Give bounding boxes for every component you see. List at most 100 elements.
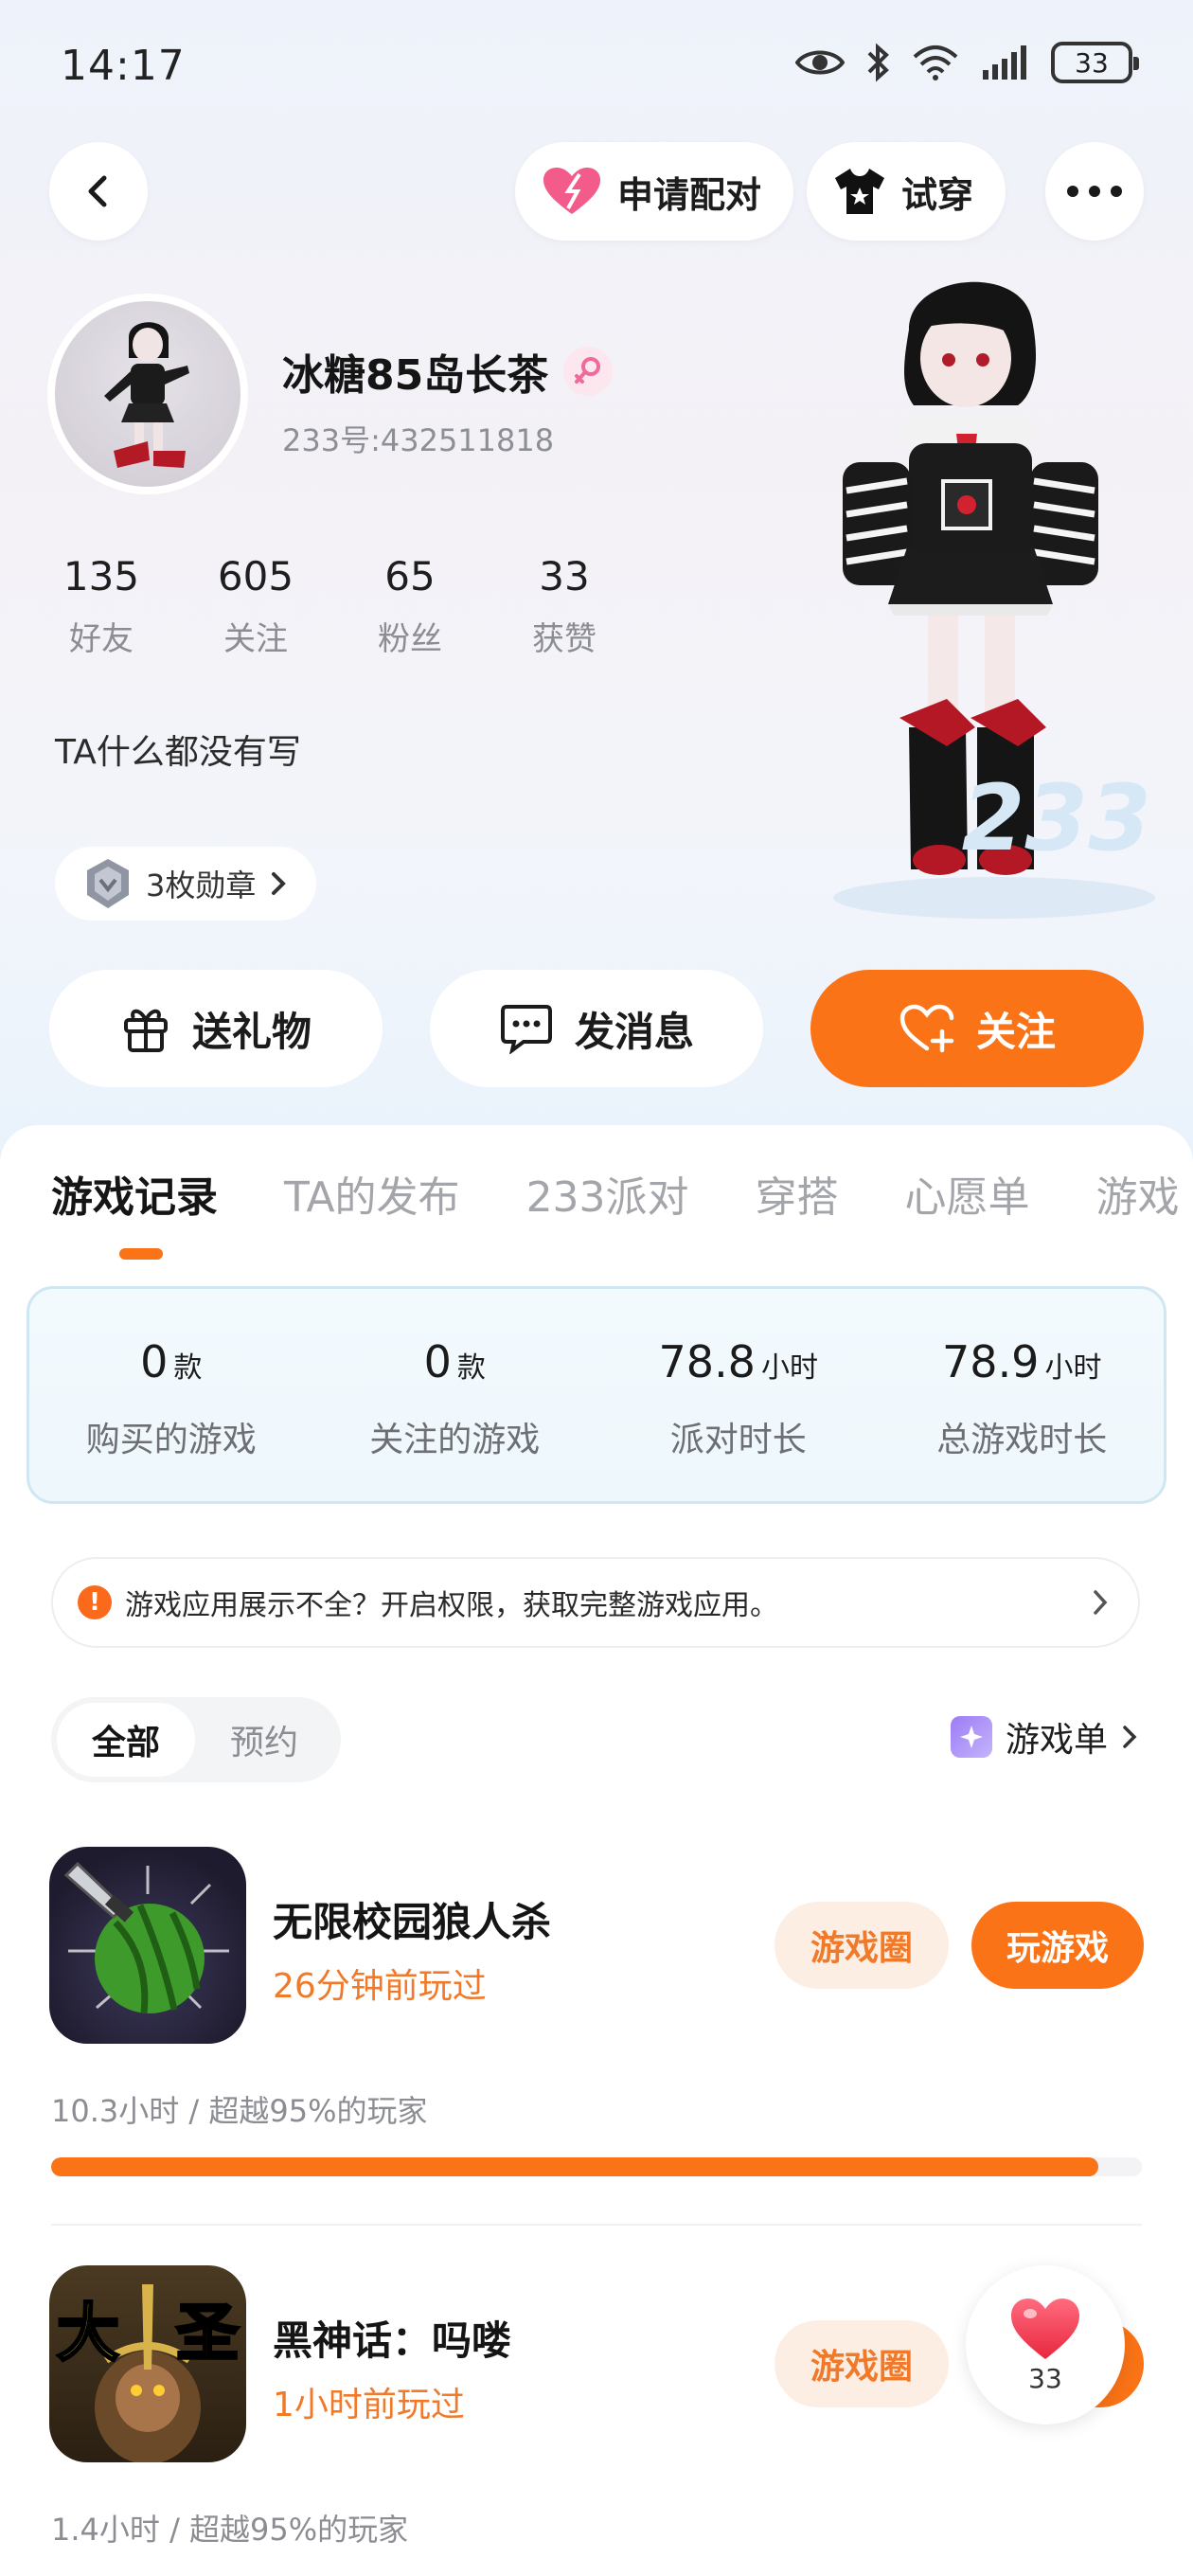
game-list-label: 游戏单	[1005, 1721, 1108, 1760]
battery-indicator: 33	[1051, 42, 1139, 83]
summary-total-num: 78.9	[942, 1336, 1040, 1387]
game-playtime-werewolf: 10.3小时 / 超越95%的玩家	[51, 2093, 428, 2129]
medals-button[interactable]: 3枚勋章	[55, 847, 317, 921]
more-dots-icon	[1067, 186, 1122, 197]
warning-icon: !	[78, 1585, 112, 1619]
stat-fans[interactable]: 65 粉丝	[348, 553, 472, 659]
heart-icon	[543, 168, 600, 214]
row-divider	[51, 2224, 1142, 2226]
nickname-row: 冰糖85岛长茶	[282, 341, 614, 402]
game-icon-black-myth[interactable]: 大 圣	[49, 2265, 246, 2462]
tab-games-more[interactable]: 游戏	[1096, 1163, 1180, 1224]
tab-233-party[interactable]: 233派对	[526, 1163, 689, 1224]
stat-fans-label: 粉丝	[378, 620, 442, 658]
bio: TA什么都没有写	[55, 733, 301, 772]
summary-purchased[interactable]: 0款 购买的游戏	[29, 1289, 313, 1501]
medals-label: 3枚勋章	[146, 868, 257, 903]
stat-fans-count: 65	[384, 553, 436, 599]
female-gender-icon	[563, 347, 614, 396]
icon-text-left: 大	[56, 2296, 121, 2371]
filter-reserve[interactable]: 预约	[195, 1703, 333, 1777]
avatar-figure-icon	[104, 322, 189, 468]
tab-outfits[interactable]: 穿搭	[756, 1163, 839, 1224]
game-icon-werewolf[interactable]	[49, 1847, 246, 2044]
medal-icon	[87, 859, 129, 908]
gift-icon	[123, 1009, 168, 1052]
summary-purchased-num: 0	[140, 1336, 169, 1387]
summary-followed-num: 0	[423, 1336, 452, 1387]
stat-friends-count: 135	[62, 553, 140, 599]
summary-party-time[interactable]: 78.8 小时 派对时长	[596, 1289, 881, 1501]
apply-match-button[interactable]: 申请配对	[515, 142, 794, 241]
status-icons: 33	[795, 42, 1139, 83]
game-last-played-werewolf: 26分钟前玩过	[273, 1967, 487, 2006]
stat-likes-label: 获赞	[532, 620, 596, 658]
avatar-3d-figure[interactable]: 233	[805, 254, 1165, 936]
summary-party-label: 派对时长	[669, 1421, 807, 1459]
follow-label: 关注	[975, 1008, 1056, 1055]
follow-button[interactable]: 关注	[810, 970, 1144, 1087]
chevron-left-icon	[88, 175, 107, 207]
game-playtime-black-myth: 1.4小时 / 超越95%的玩家	[51, 2512, 409, 2548]
icon-text-right: 圣	[175, 2296, 240, 2371]
sparkle-icon	[950, 1716, 992, 1758]
send-gift-button[interactable]: 送礼物	[49, 970, 383, 1087]
bluetooth-icon	[867, 43, 889, 82]
more-button[interactable]	[1045, 142, 1144, 241]
like-count: 33	[1028, 2362, 1062, 2394]
eye-icon	[795, 50, 845, 75]
summary-purchased-label: 购买的游戏	[85, 1421, 257, 1459]
tshirt-icon	[835, 169, 884, 214]
avatar[interactable]	[47, 294, 248, 494]
summary-purchased-unit: 款	[173, 1351, 203, 1385]
game-last-played-black-myth: 1小时前玩过	[273, 2386, 465, 2424]
user-id: 233号:432511818	[282, 422, 555, 458]
back-button[interactable]	[49, 142, 148, 241]
send-message-button[interactable]: 发消息	[430, 970, 763, 1087]
summary-total-time[interactable]: 78.9 小时 总游戏时长	[881, 1289, 1165, 1501]
stat-following-count: 605	[217, 553, 294, 599]
summary-party-num: 78.8	[658, 1336, 756, 1387]
signal-icon	[983, 45, 1026, 80]
stat-following-label: 关注	[223, 620, 288, 658]
game-name-black-myth[interactable]: 黑神话：吗喽	[273, 2309, 511, 2367]
play-game-button-werewolf[interactable]: 玩游戏	[971, 1902, 1144, 1989]
nickname: 冰糖85岛长茶	[282, 351, 549, 400]
send-gift-label: 送礼物	[191, 1008, 312, 1055]
chevron-right-icon	[272, 872, 287, 895]
watermelon-icon	[63, 1861, 229, 2014]
summary-total-label: 总游戏时长	[936, 1421, 1108, 1459]
game-circle-button-black-myth[interactable]: 游戏圈	[775, 2320, 949, 2407]
brand-mark-233: 233	[961, 765, 1151, 871]
game-list-link[interactable]: 游戏单	[950, 1712, 1138, 1762]
tab-wishlist[interactable]: 心愿单	[905, 1163, 1030, 1224]
game-circle-button-werewolf[interactable]: 游戏圈	[775, 1902, 949, 1989]
heart-icon	[1011, 2298, 1079, 2359]
send-message-label: 发消息	[574, 1008, 694, 1055]
summary-followed-label: 关注的游戏	[369, 1421, 541, 1459]
summary-party-unit: 小时	[760, 1351, 818, 1385]
permission-notice[interactable]: ! 游戏应用展示不全？开启权限，获取完整游戏应用。	[51, 1557, 1140, 1648]
stat-likes-count: 33	[539, 553, 590, 599]
chevron-right-icon	[1123, 1726, 1137, 1748]
stat-friends-label: 好友	[69, 620, 134, 658]
try-on-button[interactable]: 试穿	[807, 142, 1006, 241]
tab-posts[interactable]: TA的发布	[284, 1163, 460, 1224]
chevron-right-icon	[1094, 1590, 1108, 1615]
stat-likes[interactable]: 33 获赞	[503, 553, 626, 659]
filter-all[interactable]: 全部	[57, 1703, 195, 1777]
tab-game-records[interactable]: 游戏记录	[51, 1163, 218, 1224]
active-tab-indicator	[119, 1248, 163, 1260]
apply-match-label: 申请配对	[617, 173, 762, 216]
game-summary-card: 0款 购买的游戏 0款 关注的游戏 78.8 小时 派对时长 78.9 小时 总游戏…	[27, 1286, 1166, 1504]
stat-friends[interactable]: 135 好友	[40, 553, 163, 659]
stat-following[interactable]: 605 关注	[194, 553, 317, 659]
playtime-progress-fill	[51, 2157, 1098, 2176]
summary-followed-unit: 款	[456, 1351, 486, 1385]
game-name-werewolf[interactable]: 无限校园狼人杀	[273, 1890, 551, 1948]
floating-like-button[interactable]: 33	[966, 2265, 1125, 2424]
profile-tabs: 游戏记录 TA的发布 233派对 穿搭 心愿单 游戏	[51, 1163, 1193, 1224]
try-on-label: 试穿	[901, 173, 974, 216]
wifi-icon	[913, 45, 958, 80]
summary-followed[interactable]: 0款 关注的游戏	[313, 1289, 597, 1501]
